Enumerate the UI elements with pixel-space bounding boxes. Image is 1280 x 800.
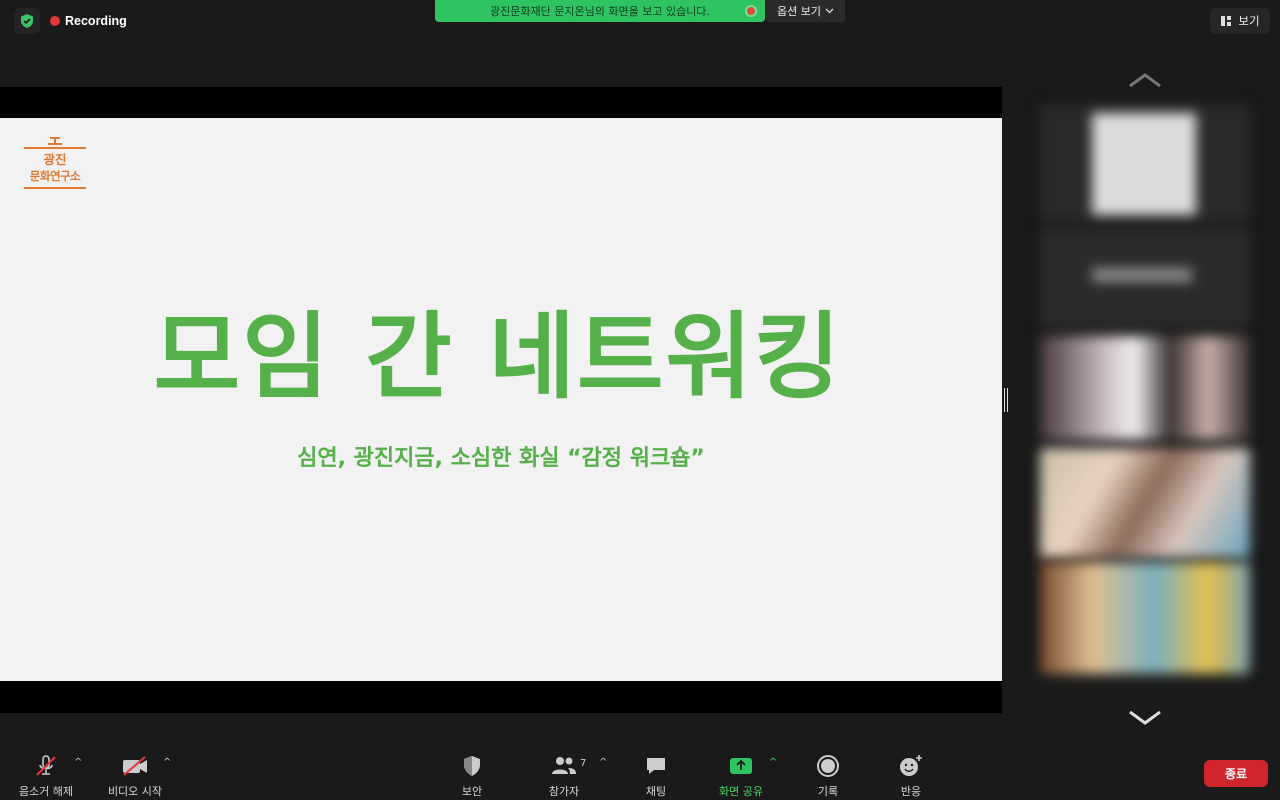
shield-icon — [464, 756, 480, 776]
emoji-add-icon — [900, 755, 922, 776]
chevron-down-icon[interactable] — [1128, 710, 1162, 726]
panel-resize-handle[interactable] — [1004, 388, 1008, 412]
unmute-label: 음소거 해제 — [18, 785, 74, 798]
participants-options-caret[interactable]: ^ — [599, 757, 607, 768]
reactions-label: 반응 — [900, 785, 922, 798]
participant-tile[interactable] — [1040, 562, 1250, 674]
logo-roof-icon — [48, 137, 62, 145]
recording-label: Recording — [65, 14, 127, 28]
participants-button[interactable]: 참가자 — [544, 747, 584, 800]
participants-label: 참가자 — [548, 785, 580, 798]
recording-dot-icon — [50, 16, 60, 26]
participant-tile[interactable] — [1040, 336, 1250, 440]
view-options-button[interactable]: 옵션 보기 — [766, 0, 845, 22]
chat-bubble-icon — [647, 758, 665, 774]
participant-tile[interactable] — [1040, 228, 1250, 328]
share-options-caret[interactable]: ^ — [769, 757, 777, 768]
view-button[interactable]: 보기 — [1210, 8, 1270, 34]
microphone-muted-icon — [36, 755, 56, 776]
share-screen-button[interactable]: 화면 공유 — [714, 747, 768, 800]
meeting-toolbar: 음소거 해제 ^ 비디오 시작 ^ 보안 참가자 7 ^ 채팅 화면 공유 ^ … — [0, 747, 1280, 800]
shared-screen: 광진 문화연구소 모임 간 네트워킹 심연, 광진지금, 소심한 화실 “감정 … — [0, 87, 1002, 713]
logo-bottom-bar — [24, 187, 86, 189]
start-video-button[interactable]: 비디오 시작 — [104, 747, 166, 800]
share-screen-icon — [730, 758, 752, 774]
security-shield-icon[interactable] — [14, 8, 40, 34]
participants-icon — [552, 757, 576, 774]
end-meeting-button[interactable]: 종료 — [1204, 760, 1268, 787]
participant-tile[interactable] — [1040, 105, 1250, 223]
record-button[interactable]: 기록 — [808, 747, 848, 800]
participant-tile[interactable] — [1040, 448, 1250, 558]
video-camera-off-icon — [123, 756, 147, 776]
chat-label: 채팅 — [645, 785, 667, 798]
slide-logo: 광진 문화연구소 — [24, 136, 86, 206]
unmute-button[interactable]: 음소거 해제 — [16, 747, 76, 800]
chevron-down-icon — [825, 8, 834, 14]
participants-count: 7 — [580, 758, 587, 769]
chevron-up-icon[interactable] — [1128, 72, 1162, 88]
recording-indicator[interactable]: Recording — [50, 10, 127, 32]
security-label: 보안 — [461, 785, 483, 798]
share-screen-label: 화면 공유 — [719, 785, 763, 798]
record-label: 기록 — [817, 785, 839, 798]
security-button[interactable]: 보안 — [452, 747, 492, 800]
share-banner-text: 광진문화재단 문지온님의 화면을 보고 있습니다. — [490, 5, 710, 18]
logo-line2: 문화연구소 — [29, 169, 81, 183]
chat-button[interactable]: 채팅 — [636, 747, 676, 800]
audio-options-caret[interactable]: ^ — [74, 757, 82, 768]
logo-line1: 광진 — [43, 152, 67, 167]
view-options-label: 옵션 보기 — [777, 5, 821, 18]
reactions-button[interactable]: 반응 — [891, 747, 931, 800]
slide-title: 모임 간 네트워킹 — [153, 303, 843, 412]
stop-share-icon[interactable] — [745, 5, 757, 17]
start-video-label: 비디오 시작 — [107, 785, 163, 798]
record-icon — [817, 755, 839, 777]
slide-subtitle: 심연, 광진지금, 소심한 화실 “감정 워크숍” — [297, 446, 705, 471]
logo-top-bar — [24, 147, 86, 149]
view-label: 보기 — [1238, 14, 1260, 28]
zoom-window: Recording 광진문화재단 문지온님의 화면을 보고 있습니다. 옵션 보… — [0, 0, 1280, 800]
grid-view-icon — [1221, 16, 1232, 26]
screen-share-banner: 광진문화재단 문지온님의 화면을 보고 있습니다. — [435, 0, 765, 22]
presentation-slide: 광진 문화연구소 모임 간 네트워킹 심연, 광진지금, 소심한 화실 “감정 … — [0, 118, 1002, 681]
video-options-caret[interactable]: ^ — [163, 757, 171, 768]
